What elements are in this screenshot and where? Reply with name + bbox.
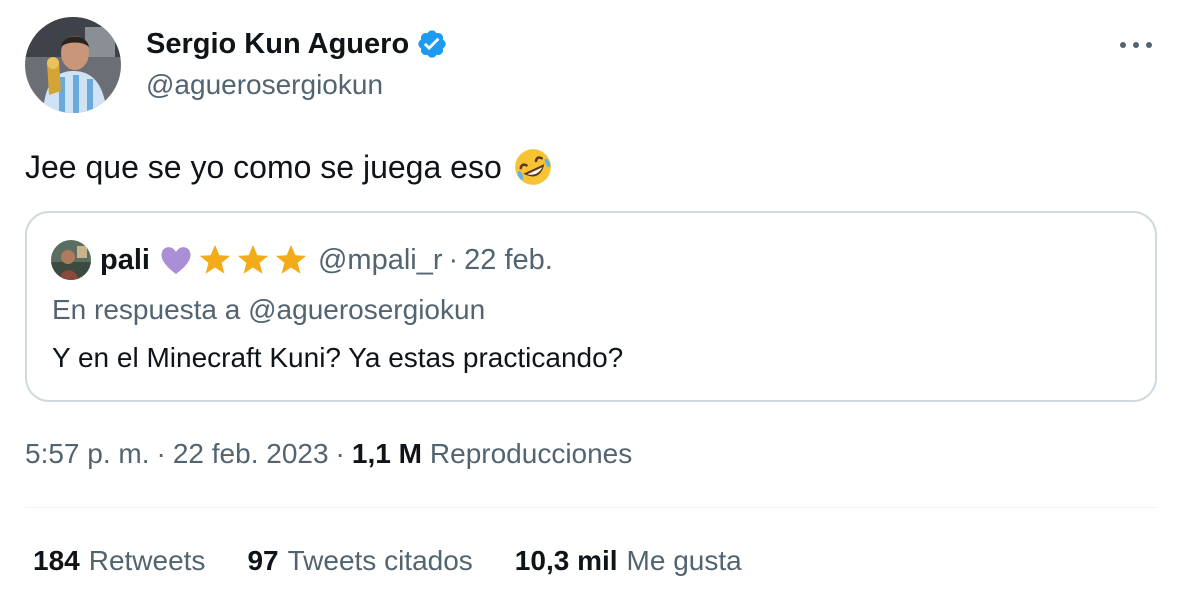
quoted-tweet-text: Y en el Minecraft Kuni? Ya estas practic…	[52, 342, 624, 373]
retweets-label: Retweets	[88, 545, 206, 576]
avatar-image-icon	[51, 240, 91, 280]
quoted-separator: ·	[448, 243, 459, 276]
quoted-date[interactable]: 22 feb.	[464, 244, 553, 277]
author-handle[interactable]: @aguerosergiokun	[146, 68, 383, 102]
quote-tweets-label: Tweets citados	[287, 545, 473, 576]
likes-count: 10,3 mil	[514, 545, 618, 576]
quote-tweets-stat[interactable]: 97 Tweets citados	[247, 543, 472, 579]
retweets-stat[interactable]: 184 Retweets	[33, 543, 205, 579]
retweets-count: 184	[33, 545, 80, 576]
quoted-header: pali @mpali_r · 22 feb.	[100, 240, 553, 280]
avatar-image-icon	[25, 17, 121, 113]
engagement-stats: 184 Retweets 97 Tweets citados 10,3 mil …	[33, 543, 784, 579]
quoted-author-handle[interactable]: @mpali_r	[318, 244, 443, 277]
tweet-time[interactable]: 5:57 p. m.	[25, 436, 150, 472]
verified-badge-icon	[416, 28, 448, 60]
author-name[interactable]: Sergio Kun Aguero	[146, 26, 448, 62]
meta-separator: ·	[335, 438, 345, 469]
quoted-tweet[interactable]: pali @mpali_r · 22 feb. En respuesta a @…	[25, 211, 1157, 402]
author-name-text: Sergio Kun Aguero	[146, 28, 410, 60]
star-icon	[199, 244, 231, 274]
tweet-metadata: 5:57 p. m. · 22 feb. 2023 · 1,1 M Reprod…	[25, 436, 632, 472]
purple-heart-icon	[161, 247, 191, 274]
star-icon	[275, 244, 307, 274]
tweet-date[interactable]: 22 feb. 2023	[173, 436, 329, 472]
tweet-text: Jee que se yo como se juega eso	[25, 149, 502, 185]
more-options-icon[interactable]	[1116, 30, 1156, 60]
quote-tweets-count: 97	[247, 545, 279, 576]
author-avatar[interactable]	[25, 17, 121, 113]
meta-separator: ·	[156, 438, 166, 469]
quoted-author-avatar[interactable]	[51, 240, 91, 280]
rolling-on-the-floor-laughing-icon	[512, 146, 554, 188]
quoted-reply-context: En respuesta a @aguerosergiokun	[52, 294, 486, 325]
tweet-body: Jee que se yo como se juega eso	[25, 146, 554, 188]
tweet-card: Sergio Kun Aguero @aguerosergiokun Jee q…	[0, 0, 1178, 596]
divider	[25, 507, 1157, 508]
quoted-name-emojis	[158, 242, 308, 278]
views-count: 1,1 M	[351, 438, 422, 469]
likes-stat[interactable]: 10,3 mil Me gusta	[515, 543, 742, 579]
quoted-author-name[interactable]: pali	[100, 244, 150, 277]
star-icon	[237, 244, 269, 274]
likes-label: Me gusta	[626, 545, 742, 576]
views-label: Reproducciones	[429, 438, 633, 469]
